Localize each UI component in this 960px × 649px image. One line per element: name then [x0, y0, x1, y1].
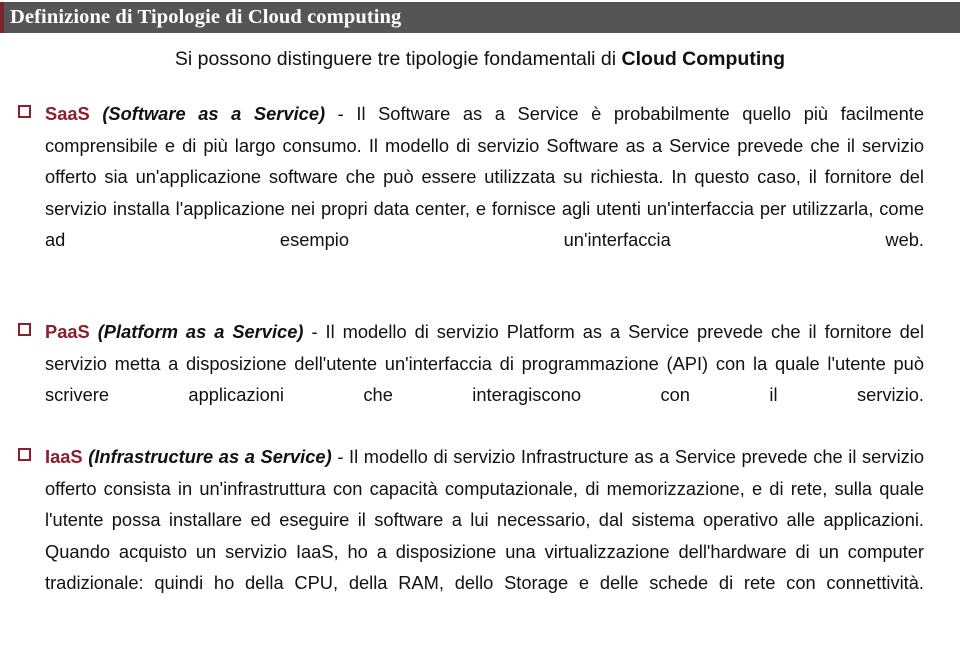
bullet-square-icon [18, 323, 31, 337]
bullet-body-saas: Il Software as a Service è probabilmente… [45, 103, 925, 251]
bullet-term-paas: (Platform as a Service) [97, 321, 304, 343]
bullet-paragraph-saas: SaaS (Software as a Service) - Il Softwa… [18, 98, 924, 287]
header-accent-stripe [0, 2, 4, 33]
bullet-space [90, 321, 98, 342]
bullet-term-saas: (Software as a Service) [102, 103, 326, 125]
bullet-term-iaas: (Infrastructure as a Service) [88, 446, 332, 468]
bullet-paragraph-iaas: IaaS (Infrastructure as a Service) - Il … [18, 441, 924, 630]
bullet-separator-paas: - [303, 321, 326, 343]
bullet-acronym-saas: SaaS [45, 103, 90, 125]
bullet-square-icon [18, 448, 31, 462]
intro-emphasis: Cloud Computing [621, 48, 786, 70]
slide-content: Si possono distinguere tre tipologie fon… [0, 33, 960, 632]
bullet-separator-saas: - [325, 103, 357, 125]
bullet-separator-iaas: - [331, 446, 350, 468]
bullet-space [90, 103, 103, 124]
intro-line: Si possono distinguere tre tipologie fon… [0, 46, 960, 72]
bullet-square-icon [18, 105, 31, 119]
slide-header-bar: Definizione di Tipologie di Cloud comput… [0, 2, 960, 33]
intro-lead: Si possono distinguere tre tipologie fon… [174, 48, 622, 70]
bullet-acronym-paas: PaaS [45, 321, 90, 343]
page-title: Definizione di Tipologie di Cloud comput… [10, 6, 402, 28]
bullet-block-saas: SaaS (Software as a Service) - Il Softwa… [18, 80, 924, 306]
bullet-body-iaas: Il modello di servizio Infrastructure as… [45, 446, 925, 594]
bullet-block-iaas: IaaS (Infrastructure as a Service) - Il … [18, 423, 924, 649]
bullet-acronym-iaas: IaaS [45, 446, 83, 468]
